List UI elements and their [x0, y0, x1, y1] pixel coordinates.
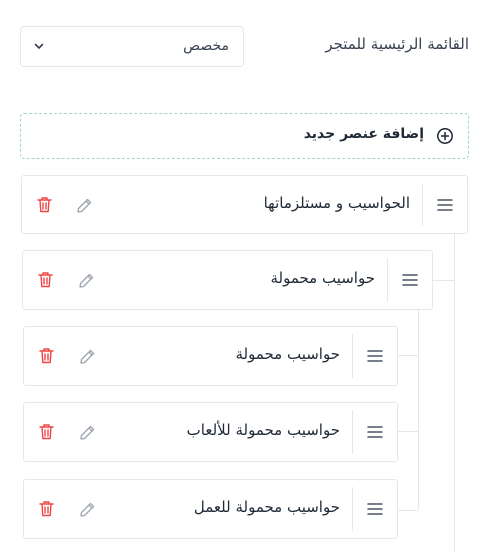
tree-connector — [433, 280, 454, 281]
pencil-icon[interactable] — [79, 501, 96, 518]
item-divider — [352, 333, 353, 379]
menu-tree-item[interactable]: حواسيب محمولة للألعاب — [23, 402, 398, 462]
menu-item-label: حواسيب محمولة — [235, 345, 340, 364]
pencil-icon[interactable] — [79, 424, 96, 441]
menu-item-label: حواسيب محمولة للعمل — [193, 498, 340, 517]
item-divider — [422, 182, 423, 227]
tree-connector — [398, 355, 418, 356]
trash-icon[interactable] — [38, 271, 53, 288]
pencil-icon[interactable] — [76, 197, 93, 214]
menu-select[interactable]: مخصص — [20, 26, 244, 67]
item-divider — [352, 409, 353, 455]
chevron-down-icon — [34, 43, 44, 49]
menu-tree-item[interactable]: الحواسيب و مستلزماتها — [21, 175, 468, 234]
add-item-button[interactable]: إضافة عنصر جديد — [20, 113, 469, 159]
tree-connector — [398, 510, 418, 511]
pencil-icon[interactable] — [78, 272, 95, 289]
menu-select-value: مخصص — [183, 38, 229, 54]
item-divider — [352, 486, 353, 532]
menu-tree-item[interactable]: حواسيب محمولة — [22, 250, 433, 310]
trash-icon[interactable] — [39, 347, 54, 364]
tree-connector — [418, 309, 419, 510]
tree-connector — [454, 233, 455, 552]
drag-handle-icon[interactable] — [367, 349, 383, 363]
add-item-label: إضافة عنصر جديد — [303, 126, 424, 142]
trash-icon[interactable] — [37, 196, 52, 213]
trash-icon[interactable] — [39, 500, 54, 517]
menu-item-label: الحواسيب و مستلزماتها — [263, 193, 410, 212]
menu-tree-item[interactable]: حواسيب محمولة للعمل — [23, 479, 398, 539]
tree-connector — [398, 431, 418, 432]
plus-circle-icon — [437, 128, 453, 144]
drag-handle-icon[interactable] — [367, 502, 383, 516]
menu-item-label: حواسيب محمولة للألعاب — [186, 421, 340, 440]
drag-handle-icon[interactable] — [402, 273, 418, 287]
menu-item-label: حواسيب محمولة — [270, 269, 375, 288]
menu-tree-item[interactable]: حواسيب محمولة — [23, 326, 398, 386]
trash-icon[interactable] — [39, 423, 54, 440]
pencil-icon[interactable] — [79, 348, 96, 365]
drag-handle-icon[interactable] — [437, 198, 453, 212]
menu-label: القائمة الرئيسية للمتجر — [325, 35, 469, 53]
drag-handle-icon[interactable] — [367, 425, 383, 439]
item-divider — [387, 257, 388, 303]
